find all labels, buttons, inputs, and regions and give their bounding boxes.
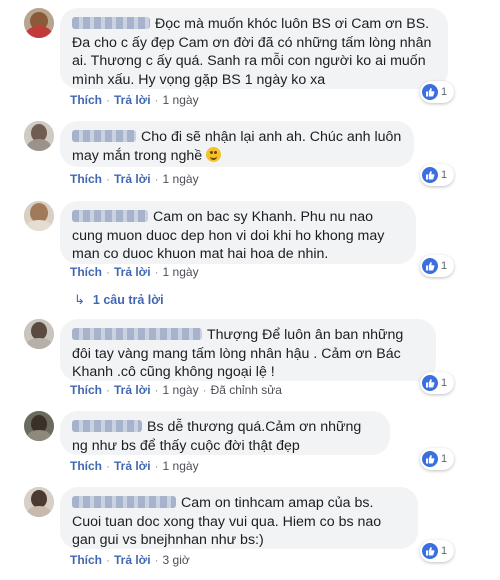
- reaction-count: 1: [441, 545, 448, 557]
- reaction-count-badge[interactable]: 1: [420, 540, 454, 562]
- reaction-count: 1: [441, 169, 448, 181]
- avatar[interactable]: [24, 121, 54, 151]
- thumbs-up-icon: [422, 167, 438, 183]
- thumbs-up-icon: [422, 451, 438, 467]
- comment-actions: Thích · Trả lời · 1 ngày · Đã chỉnh sửa: [70, 383, 282, 397]
- avatar[interactable]: [24, 8, 54, 38]
- reaction-count-badge[interactable]: 1: [420, 164, 454, 186]
- reply-link[interactable]: Trả lời: [114, 383, 151, 397]
- avatar[interactable]: [24, 201, 54, 231]
- timestamp[interactable]: 1 ngày: [163, 265, 199, 279]
- reaction-count: 1: [441, 260, 448, 272]
- reaction-count-badge[interactable]: 1: [420, 255, 454, 277]
- reaction-count: 1: [441, 453, 448, 465]
- like-link[interactable]: Thích: [70, 265, 102, 279]
- like-link[interactable]: Thích: [70, 553, 102, 567]
- comment-actions: Thích · Trả lời · 1 ngày: [70, 265, 199, 279]
- comment-actions: Thích · Trả lời · 3 giờ: [70, 553, 190, 567]
- comment-bubble: Cam on tinhcam amap của bs. Cuoi tuan do…: [60, 487, 418, 549]
- reaction-count-badge[interactable]: 1: [420, 372, 454, 394]
- reaction-count-badge[interactable]: 1: [420, 81, 454, 103]
- timestamp[interactable]: 1 ngày: [163, 459, 199, 473]
- timestamp[interactable]: 1 ngày: [163, 172, 199, 186]
- avatar[interactable]: [24, 411, 54, 441]
- commenter-name[interactable]: [72, 420, 142, 432]
- like-link[interactable]: Thích: [70, 93, 102, 107]
- comment-bubble: Thượng Để luôn ân ban những đôi tay vàng…: [60, 319, 436, 381]
- avatar[interactable]: [24, 487, 54, 517]
- reaction-count: 1: [441, 86, 448, 98]
- comment-actions: Thích · Trả lời · 1 ngày: [70, 172, 199, 186]
- reply-link[interactable]: Trả lời: [114, 93, 151, 107]
- comment-bubble: Đọc mà muốn khóc luôn BS ơi Cam ơn BS. Đ…: [60, 8, 448, 89]
- commenter-name[interactable]: [72, 130, 136, 142]
- comment-actions: Thích · Trả lời · 1 ngày: [70, 459, 199, 473]
- commenter-name[interactable]: [72, 210, 148, 222]
- like-link[interactable]: Thích: [70, 383, 102, 397]
- thumbs-up-icon: [422, 375, 438, 391]
- reaction-count-badge[interactable]: 1: [420, 448, 454, 470]
- thumbs-up-icon: [422, 84, 438, 100]
- replies-count: 1 câu trả lời: [92, 293, 164, 307]
- avatar[interactable]: [24, 319, 54, 349]
- timestamp[interactable]: 1 ngày: [163, 383, 199, 397]
- reply-link[interactable]: Trả lời: [114, 459, 151, 473]
- thumbs-up-icon: [422, 258, 438, 274]
- like-link[interactable]: Thích: [70, 172, 102, 186]
- edited-label[interactable]: Đã chỉnh sửa: [211, 383, 282, 397]
- comment-bubble: Cam on bac sy Khanh. Phu nu nao cung muo…: [60, 201, 416, 264]
- timestamp[interactable]: 3 giờ: [163, 553, 190, 567]
- reply-link[interactable]: Trả lời: [114, 553, 151, 567]
- reply-arrow-icon: ↳: [74, 292, 85, 307]
- smiling-face-emoji: [206, 146, 222, 162]
- view-replies-link[interactable]: ↳ 1 câu trả lời: [74, 292, 164, 308]
- timestamp[interactable]: 1 ngày: [163, 93, 199, 107]
- thumbs-up-icon: [422, 543, 438, 559]
- commenter-name[interactable]: [72, 17, 150, 29]
- reaction-count: 1: [441, 377, 448, 389]
- comment-actions: Thích · Trả lời · 1 ngày: [70, 93, 199, 107]
- like-link[interactable]: Thích: [70, 459, 102, 473]
- commenter-name[interactable]: [72, 496, 176, 508]
- comment-bubble: Cho đi sẽ nhận lại anh ah. Chúc anh luôn…: [60, 121, 414, 167]
- reply-link[interactable]: Trả lời: [114, 265, 151, 279]
- reply-link[interactable]: Trả lời: [114, 172, 151, 186]
- commenter-name[interactable]: [72, 328, 202, 340]
- comment-bubble: Bs dễ thương quá.Cảm ơn những ng như bs …: [60, 411, 390, 455]
